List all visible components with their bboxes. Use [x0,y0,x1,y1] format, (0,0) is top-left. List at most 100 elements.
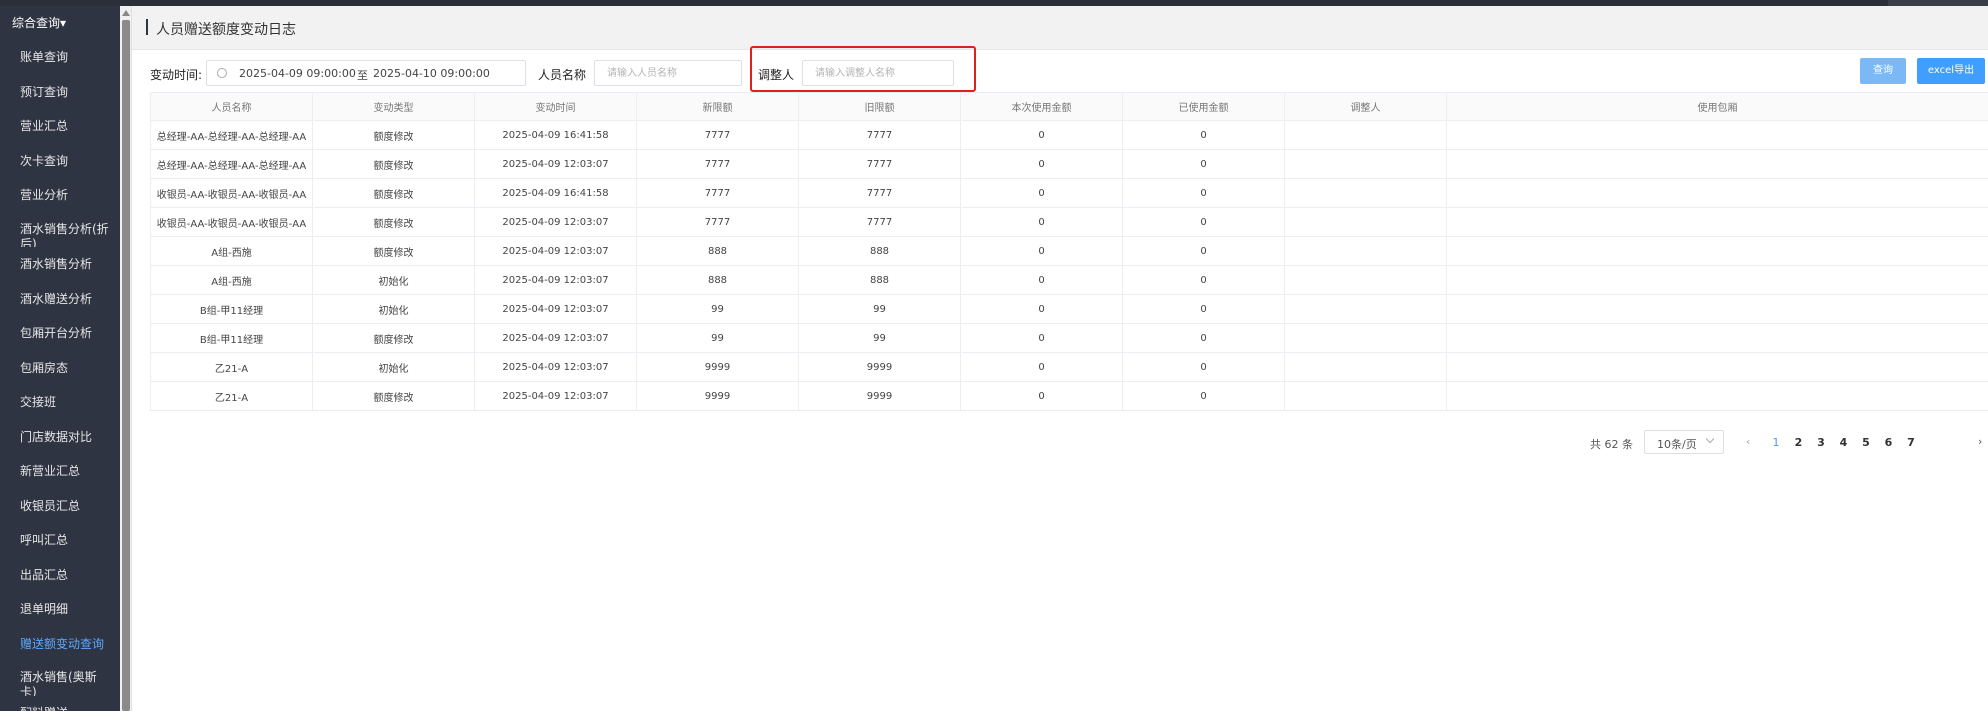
table-cell [1284,323,1447,353]
start-date[interactable]: 2025-04-09 09:00:00 [239,67,356,80]
table-cell: 7777 [798,149,961,179]
sidebar-group-header[interactable]: 综合查询▾ [0,6,120,40]
table-row[interactable]: A组-西施 初始化 2025-04-09 12:03:07 888 888 0 0 [150,265,1988,295]
table-cell [1284,294,1447,324]
column-header[interactable]: 旧限额 [798,92,961,121]
table-cell: 7777 [798,178,961,208]
table-row[interactable]: 收银员-AA-收银员-AA-收银员-AA 额度修改 2025-04-09 12:03… [150,207,1988,237]
page-number[interactable]: 2 [1792,436,1806,449]
table-cell: A组-西施 [150,265,313,295]
pagination: 共 62 条 10条/页 ‹ 1234567 › [132,430,1988,456]
page-number[interactable]: 1 [1769,436,1783,449]
sidebar-item[interactable]: 酒水销售分析(折后) [0,213,120,248]
table-cell [1446,265,1988,295]
sidebar-item[interactable]: 酒水销售(奥斯卡) [0,661,120,696]
total-count: 共 62 条 [1590,438,1633,451]
sidebar-item[interactable]: 赠送额变动查询 [0,627,120,662]
sidebar-item[interactable]: 包厢房态 [0,351,120,386]
table-header-row: 人员名称 变动类型 变动时间 新限额 旧限额 本次使用金额 已使用金额 调整人 使用包厢 [150,92,1988,121]
sidebar-item[interactable]: 退单明细 [0,592,120,627]
table-cell: 7777 [636,120,799,150]
table-cell [1284,178,1447,208]
table-cell: 9999 [798,352,961,382]
table-cell [1284,149,1447,179]
column-header[interactable]: 使用包厢 [1446,92,1988,121]
table-cell [1284,265,1447,295]
sidebar-item[interactable]: 门店数据对比 [0,420,120,455]
table-cell: 额度修改 [312,149,475,179]
sidebar-menu: 账单查询 预订查询 营业汇总 次卡查询 营业分析 酒水销售分析(折后) 酒水销售分析 酒水赠送… [0,40,120,711]
table-cell: 0 [960,323,1123,353]
page-title: 人员赠送额度变动日志 [156,22,296,38]
scroll-up-arrow-icon[interactable] [122,10,130,16]
table-cell: 888 [636,265,799,295]
table-cell: 9999 [636,381,799,411]
date-range-picker[interactable]: 2025-04-09 09:00:00 至 2025-04-10 09:00:0… [206,60,526,86]
sidebar-item[interactable]: 呼叫汇总 [0,523,120,558]
table-cell [1284,352,1447,382]
table-cell: 2025-04-09 16:41:58 [474,120,637,150]
sidebar-item[interactable]: 包厢开台分析 [0,316,120,351]
query-button[interactable]: 查询 [1860,58,1906,84]
sidebar-item[interactable]: 交接班 [0,385,120,420]
sidebar-item[interactable]: 出品汇总 [0,558,120,593]
table-row[interactable]: A组-西施 额度修改 2025-04-09 12:03:07 888 888 0 0 [150,236,1988,266]
table-row[interactable]: B组-甲11经理 初始化 2025-04-09 12:03:07 99 99 0 0 [150,294,1988,324]
table-cell: 乙21-A [150,352,313,382]
table-row[interactable]: B组-甲11经理 额度修改 2025-04-09 12:03:07 99 99 0 0 [150,323,1988,353]
table-cell [1446,149,1988,179]
page-number[interactable]: 5 [1859,436,1873,449]
table-cell [1284,236,1447,266]
table-row[interactable]: 收银员-AA-收银员-AA-收银员-AA 额度修改 2025-04-09 16:41… [150,178,1988,208]
name-input[interactable] [594,60,742,86]
table-cell: 总经理-AA-总经理-AA-总经理-AA [150,120,313,150]
page-size-select[interactable]: 10条/页 [1644,430,1724,454]
table-cell [1446,352,1988,382]
table-cell: 0 [1122,381,1285,411]
sidebar-item[interactable]: 营业分析 [0,178,120,213]
column-header[interactable]: 变动类型 [312,92,475,121]
end-date[interactable]: 2025-04-10 09:00:00 [373,67,490,80]
sidebar-item[interactable]: 新营业汇总 [0,454,120,489]
table-cell: 0 [1122,323,1285,353]
column-header[interactable]: 新限额 [636,92,799,121]
table-cell: 总经理-AA-总经理-AA-总经理-AA [150,149,313,179]
sidebar-item[interactable]: 账单查询 [0,40,120,75]
table-cell: 0 [960,178,1123,208]
page-number[interactable]: 7 [1904,436,1918,449]
sidebar-item[interactable]: 次卡查询 [0,144,120,179]
sidebar-item[interactable]: 收银员汇总 [0,489,120,524]
table-cell: 0 [960,265,1123,295]
table-cell: 0 [1122,265,1285,295]
column-header[interactable]: 变动时间 [474,92,637,121]
table-cell: 0 [960,294,1123,324]
sidebar-item[interactable]: 营业汇总 [0,109,120,144]
table-cell: B组-甲11经理 [150,294,313,324]
sidebar-item[interactable]: 酒水销售分析 [0,247,120,282]
table-cell: 888 [798,236,961,266]
table-cell: 2025-04-09 12:03:07 [474,381,637,411]
page-number[interactable]: 6 [1882,436,1896,449]
scrollbar-thumb[interactable] [122,20,130,711]
table-cell: 7777 [636,149,799,179]
excel-export-button[interactable]: excel导出 [1917,58,1985,84]
prev-page-button[interactable]: ‹ [1746,435,1750,448]
table-row[interactable]: 总经理-AA-总经理-AA-总经理-AA 额度修改 2025-04-09 12:03… [150,149,1988,179]
sidebar-item[interactable]: 酒水赠送分析 [0,282,120,317]
table-cell [1446,120,1988,150]
next-page-button[interactable]: › [1978,435,1982,448]
page-number[interactable]: 3 [1814,436,1828,449]
column-header[interactable]: 调整人 [1284,92,1447,121]
sidebar-item[interactable]: 配料赠送 [0,696,120,711]
column-header[interactable]: 人员名称 [150,92,313,121]
sidebar-item[interactable]: 预订查询 [0,75,120,110]
table-row[interactable]: 总经理-AA-总经理-AA-总经理-AA 额度修改 2025-04-09 16:41… [150,120,1988,150]
page-number[interactable]: 4 [1837,436,1851,449]
column-header[interactable]: 已使用金额 [1122,92,1285,121]
table-cell: 99 [798,323,961,353]
column-header[interactable]: 本次使用金额 [960,92,1123,121]
table-row[interactable]: 乙21-A 额度修改 2025-04-09 12:03:07 9999 9999 0 0 [150,381,1988,411]
table-cell: 初始化 [312,265,475,295]
table-row[interactable]: 乙21-A 初始化 2025-04-09 12:03:07 9999 9999 0 0 [150,352,1988,382]
table-cell: 2025-04-09 12:03:07 [474,323,637,353]
